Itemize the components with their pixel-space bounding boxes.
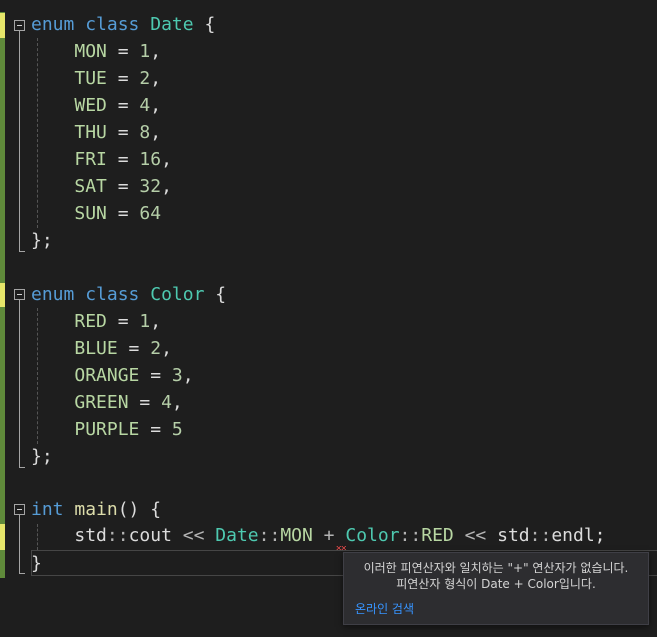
code-line[interactable]: TUE = 2, bbox=[31, 65, 161, 92]
code-line[interactable]: SAT = 32, bbox=[31, 173, 172, 200]
code-line[interactable]: GREEN = 4, bbox=[31, 389, 182, 416]
code-line[interactable]: } bbox=[31, 550, 42, 577]
error-detail: 피연산자 형식이 Date + Color입니다. bbox=[396, 577, 596, 591]
code-line[interactable]: int main() { bbox=[31, 496, 161, 523]
code-line[interactable]: enum class Date { bbox=[31, 11, 215, 38]
code-line[interactable]: }; bbox=[31, 227, 53, 254]
code-line[interactable]: THU = 8, bbox=[31, 119, 161, 146]
collapse-icon[interactable] bbox=[14, 504, 25, 515]
error-squiggle[interactable] bbox=[336, 546, 346, 550]
error-tooltip: 이러한 피연산자와 일치하는 "+" 연산자가 없습니다. 피연산자 형식이 D… bbox=[343, 552, 649, 625]
code-line[interactable]: BLUE = 2, bbox=[31, 335, 172, 362]
change-marker-unsaved bbox=[0, 13, 5, 38]
code-line[interactable]: WED = 4, bbox=[31, 92, 161, 119]
code-line[interactable]: FRI = 16, bbox=[31, 146, 172, 173]
code-line[interactable]: PURPLE = 5 bbox=[31, 416, 182, 443]
collapse-icon[interactable] bbox=[14, 20, 25, 31]
code-line[interactable]: ORANGE = 3, bbox=[31, 362, 193, 389]
fold-guide-end bbox=[19, 467, 25, 468]
fold-guide-end bbox=[19, 251, 25, 252]
code-line[interactable]: enum class Color { bbox=[31, 281, 226, 308]
fold-guide bbox=[19, 31, 20, 251]
collapse-icon[interactable] bbox=[14, 289, 25, 300]
code-line[interactable]: }; bbox=[31, 443, 53, 470]
code-line[interactable]: RED = 1, bbox=[31, 308, 161, 335]
search-online-link[interactable]: 온라인 검색 bbox=[355, 600, 414, 617]
change-marker-unsaved bbox=[0, 283, 5, 307]
fold-guide bbox=[19, 515, 20, 573]
code-line[interactable]: MON = 1, bbox=[31, 38, 161, 65]
fold-guide bbox=[19, 300, 20, 467]
fold-guide-end bbox=[19, 573, 25, 574]
change-marker-unsaved bbox=[0, 524, 5, 550]
code-line[interactable]: std::cout << Date::MON + Color::RED << s… bbox=[31, 522, 605, 549]
code-line[interactable]: SUN = 64 bbox=[31, 200, 161, 227]
error-message: 이러한 피연산자와 일치하는 "+" 연산자가 없습니다. bbox=[363, 561, 629, 575]
code-editor[interactable]: enum class Date { MON = 1, TUE = 2, WED … bbox=[0, 0, 657, 637]
